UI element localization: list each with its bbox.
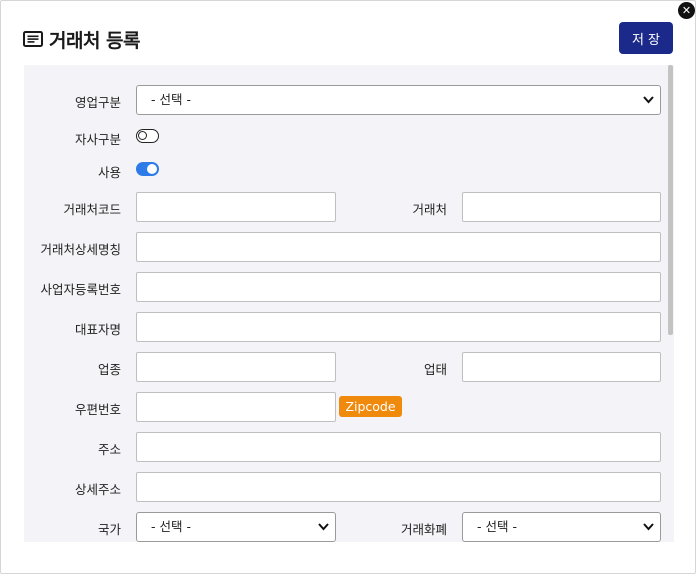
country-select[interactable]: - 선택 - bbox=[136, 512, 336, 542]
save-button[interactable]: 저 장 bbox=[619, 22, 673, 54]
business-type-label: 업태 bbox=[423, 362, 447, 377]
address-detail-input[interactable] bbox=[136, 472, 661, 502]
client-detail-name-input[interactable] bbox=[136, 232, 661, 262]
client-name-label: 거래처 bbox=[412, 202, 447, 217]
business-type-input[interactable] bbox=[462, 352, 661, 382]
chevron-down-icon bbox=[643, 513, 654, 552]
business-reg-no-input[interactable] bbox=[136, 272, 661, 302]
chevron-down-icon bbox=[318, 513, 329, 552]
ceo-name-input[interactable] bbox=[136, 312, 661, 342]
in-use-label: 사용 bbox=[97, 165, 121, 180]
in-use-toggle[interactable] bbox=[136, 162, 159, 176]
chevron-down-icon bbox=[643, 86, 654, 125]
address-input[interactable] bbox=[136, 432, 661, 462]
scrollbar[interactable] bbox=[668, 65, 673, 335]
zipcode-label: 우편번호 bbox=[74, 402, 121, 417]
currency-label: 거래화폐 bbox=[400, 522, 447, 537]
address-detail-label: 상세주소 bbox=[74, 482, 121, 497]
client-code-label: 거래처코드 bbox=[63, 202, 121, 217]
country-label: 국가 bbox=[97, 522, 121, 537]
client-name-input[interactable] bbox=[462, 192, 661, 222]
sales-type-select[interactable]: - 선택 - bbox=[136, 85, 661, 115]
toggle-knob bbox=[147, 164, 157, 174]
close-icon[interactable]: ✕ bbox=[678, 2, 695, 19]
toggle-knob bbox=[138, 131, 147, 140]
sales-type-value: - 선택 - bbox=[151, 92, 191, 107]
currency-select[interactable]: - 선택 - bbox=[462, 512, 661, 542]
own-company-label: 자사구분 bbox=[74, 132, 121, 147]
country-value: - 선택 - bbox=[151, 519, 191, 534]
zipcode-search-button[interactable]: Zipcode bbox=[339, 396, 402, 417]
client-code-input[interactable] bbox=[136, 192, 336, 222]
business-item-input[interactable] bbox=[136, 352, 336, 382]
client-registration-dialog: ✕ 거래처 등록 저 장 영업구분 - 선택 - 자사구분 사용 거래처코드 거… bbox=[0, 0, 696, 574]
list-icon bbox=[23, 31, 43, 47]
currency-value: - 선택 - bbox=[477, 519, 517, 534]
address-label: 주소 bbox=[97, 442, 121, 457]
ceo-name-label: 대표자명 bbox=[74, 322, 121, 337]
zipcode-input[interactable] bbox=[136, 392, 336, 422]
dialog-header: 거래처 등록 bbox=[23, 23, 141, 55]
sales-type-label: 영업구분 bbox=[74, 95, 121, 110]
form-panel bbox=[24, 65, 674, 542]
business-reg-no-label: 사업자등록번호 bbox=[40, 282, 121, 297]
dialog-title: 거래처 등록 bbox=[49, 29, 141, 52]
business-item-label: 업종 bbox=[97, 362, 121, 377]
client-detail-name-label: 거래처상세명칭 bbox=[40, 242, 121, 257]
own-company-toggle[interactable] bbox=[136, 129, 159, 143]
